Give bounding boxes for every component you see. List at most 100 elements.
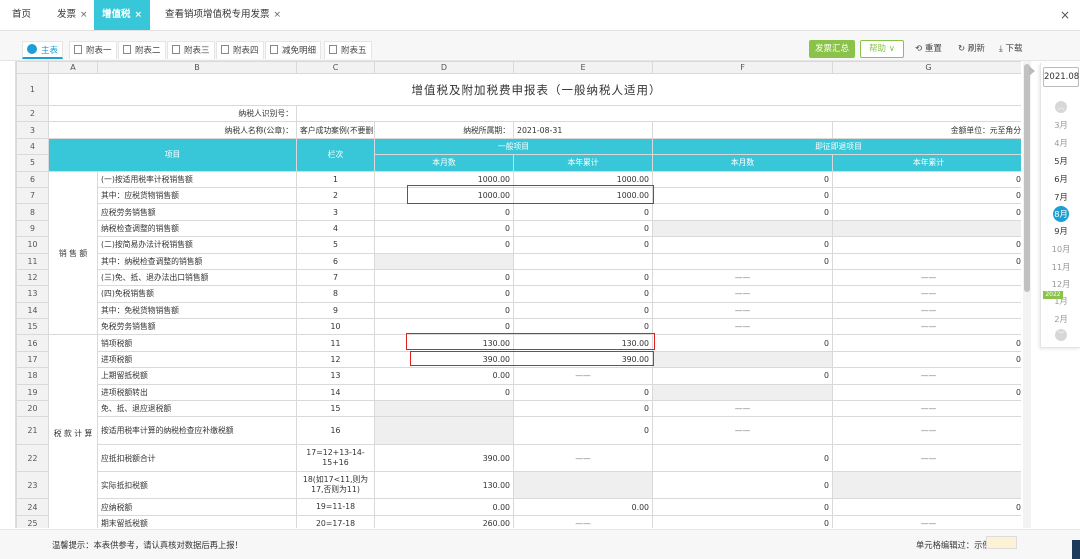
amount-cell[interactable]	[374, 252, 514, 270]
column-header[interactable]: A	[48, 61, 98, 74]
help-dropdown-button[interactable]: 帮助 ∨	[860, 40, 904, 58]
tab-home[interactable]: 首页	[12, 0, 31, 30]
subtab-exemption[interactable]: 减免明细	[265, 41, 322, 59]
amount-cell[interactable]: 0	[832, 334, 1021, 352]
amount-cell[interactable]: 0	[513, 318, 653, 336]
amount-cell[interactable]: 0	[652, 367, 833, 385]
caret-right-icon[interactable]	[1029, 66, 1035, 76]
amount-cell[interactable]: 390.00	[513, 350, 653, 369]
column-header[interactable]: C	[296, 61, 375, 74]
amount-cell[interactable]	[513, 471, 653, 500]
amount-cell[interactable]: 0	[513, 383, 653, 402]
tab-vat[interactable]: 增值税 ×	[94, 0, 151, 30]
month-item[interactable]: 5月	[1041, 155, 1080, 167]
amount-cell[interactable]: 0	[513, 203, 653, 221]
month-item[interactable]: 6月	[1041, 173, 1080, 185]
amount-cell[interactable]: 0	[652, 514, 833, 528]
amount-cell[interactable]: 0	[513, 416, 653, 446]
month-item[interactable]: 4月	[1041, 137, 1080, 149]
amount-cell[interactable]: 0	[832, 236, 1021, 254]
invoice-summary-button[interactable]: 发票汇总	[809, 40, 855, 58]
subtab-schedule-3[interactable]: 附表三	[167, 41, 215, 59]
amount-cell[interactable]: 0	[652, 498, 833, 516]
month-item[interactable]: 7月	[1041, 191, 1080, 203]
amount-cell[interactable]: 390.00	[374, 444, 514, 473]
scrollbar-thumb[interactable]	[1024, 64, 1030, 292]
amount-cell[interactable]: 0	[832, 383, 1021, 402]
subtab-schedule-2[interactable]: 附表二	[118, 41, 166, 59]
amount-cell[interactable]: 0	[832, 498, 1021, 516]
selected-period[interactable]: 2021.08	[1043, 67, 1079, 87]
amount-cell[interactable]: 0	[513, 285, 653, 303]
close-icon[interactable]: ×	[80, 10, 88, 20]
month-item[interactable]: 11月	[1041, 261, 1080, 273]
month-item[interactable]: 2月	[1041, 313, 1080, 325]
amount-cell[interactable]: 260.00	[374, 514, 514, 528]
amount-cell[interactable]: 0.00	[374, 498, 514, 516]
tab-output-invoice[interactable]: 查看销项增值税专用发票 ×	[165, 0, 281, 30]
amount-cell[interactable]: 1000.00	[374, 186, 514, 205]
amount-cell[interactable]: 0	[513, 400, 653, 418]
column-header[interactable]: G	[832, 61, 1021, 74]
amount-cell[interactable]: 0	[513, 236, 653, 254]
select-all-corner[interactable]	[16, 61, 49, 74]
chevron-up-icon[interactable]: ︿	[1055, 101, 1067, 113]
amount-cell[interactable]: 0	[513, 219, 653, 238]
amount-cell[interactable]: 0	[832, 350, 1021, 369]
amount-cell[interactable]: 0	[832, 203, 1021, 221]
chevron-down-icon[interactable]: ﹀	[1055, 329, 1067, 341]
amount-cell[interactable]: 0	[652, 186, 833, 205]
amount-cell[interactable]: 0	[374, 383, 514, 402]
amount-cell[interactable]: 0	[832, 170, 1021, 188]
amount-cell[interactable]	[374, 416, 514, 446]
amount-cell[interactable]: 130.00	[374, 334, 514, 352]
column-header[interactable]: D	[374, 61, 514, 74]
amount-cell[interactable]: 1000.00	[374, 170, 514, 188]
month-item[interactable]: 12月	[1041, 278, 1080, 290]
refresh-button[interactable]: ↻ 刷新	[958, 40, 985, 58]
column-header[interactable]: B	[97, 61, 297, 74]
amount-cell[interactable]: 0	[374, 301, 514, 320]
amount-cell[interactable]: 0	[652, 334, 833, 352]
amount-cell[interactable]: 0	[374, 236, 514, 254]
month-item[interactable]: 3月	[1041, 119, 1080, 131]
amount-cell[interactable]: 0	[652, 236, 833, 254]
amount-cell[interactable]: 0	[374, 219, 514, 238]
close-icon[interactable]: ×	[274, 10, 282, 20]
amount-cell[interactable]: 130.00	[374, 471, 514, 500]
amount-cell[interactable]: 0	[652, 203, 833, 221]
amount-cell[interactable]: 0.00	[513, 498, 653, 516]
amount-cell[interactable]: 0	[374, 318, 514, 336]
amount-cell[interactable]	[652, 350, 833, 369]
amount-cell[interactable]: 0	[513, 268, 653, 287]
column-header[interactable]: F	[652, 61, 833, 74]
amount-cell[interactable]	[513, 252, 653, 270]
subtab-schedule-1[interactable]: 附表一	[69, 41, 117, 59]
subtab-schedule-4[interactable]: 附表四	[216, 41, 264, 59]
subtab-main[interactable]: 主表	[22, 41, 64, 59]
reset-button[interactable]: ⟲ 重置	[915, 40, 942, 58]
amount-cell[interactable]: 130.00	[513, 334, 653, 352]
amount-cell[interactable]: 1000.00	[513, 170, 653, 188]
taxpayer-id-value[interactable]	[296, 104, 1021, 123]
amount-cell[interactable]	[652, 219, 833, 238]
amount-cell[interactable]	[374, 400, 514, 418]
amount-cell[interactable]: 0	[832, 252, 1021, 270]
month-item[interactable]: 9月	[1041, 225, 1080, 237]
amount-cell[interactable]: 0	[513, 301, 653, 320]
amount-cell[interactable]	[652, 383, 833, 402]
download-button[interactable]: ⤓ 下载	[999, 40, 1022, 58]
amount-cell[interactable]: 0	[374, 285, 514, 303]
amount-cell[interactable]	[832, 471, 1021, 500]
amount-cell[interactable]: 0	[652, 471, 833, 500]
tab-invoice[interactable]: 发票 ×	[57, 0, 88, 30]
window-close-icon[interactable]: ×	[1060, 0, 1070, 30]
amount-cell[interactable]: 0.00	[374, 367, 514, 385]
amount-cell[interactable]: 1000.00	[513, 186, 653, 205]
amount-cell[interactable]: 0	[374, 203, 514, 221]
amount-cell[interactable]: 0	[652, 444, 833, 473]
column-header[interactable]: E	[513, 61, 653, 74]
month-item[interactable]: 10月	[1041, 243, 1080, 255]
amount-cell[interactable]: 0	[832, 186, 1021, 205]
subtab-schedule-5[interactable]: 附表五	[324, 41, 372, 59]
